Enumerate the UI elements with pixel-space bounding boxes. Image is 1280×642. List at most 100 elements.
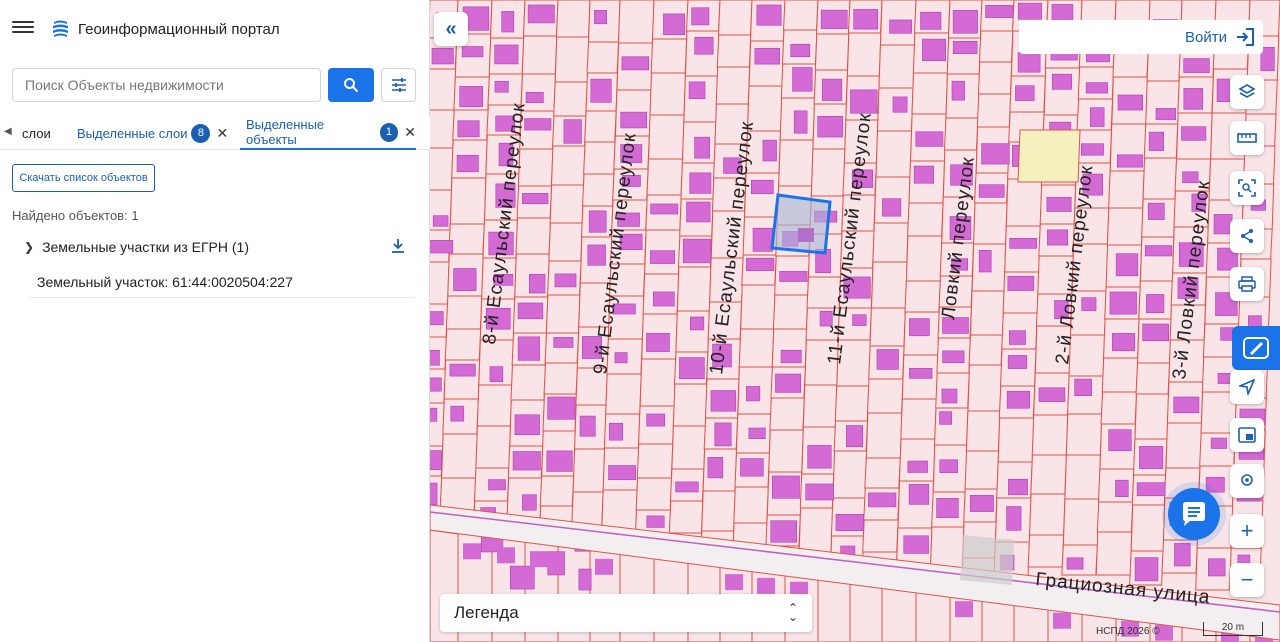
parcel[interactable] (968, 334, 1004, 366)
parcel[interactable] (817, 575, 851, 642)
parcel[interactable] (967, 364, 1003, 412)
parcel[interactable] (549, 184, 585, 224)
parcel[interactable] (639, 358, 677, 407)
parcel[interactable] (904, 280, 941, 313)
parcel[interactable] (1095, 531, 1133, 576)
result-group-land-plots[interactable]: ❯ Земельные участки из ЕГРН (1) (24, 236, 414, 258)
parcel[interactable] (778, 139, 814, 187)
parcel[interactable] (1027, 534, 1065, 568)
parcel[interactable] (430, 109, 455, 149)
layers-button[interactable] (1230, 75, 1264, 109)
close-selected-objects-icon[interactable]: ✕ (404, 124, 416, 141)
parcel[interactable] (1108, 170, 1145, 209)
parcel[interactable] (997, 417, 1035, 463)
parcel[interactable] (517, 148, 554, 187)
parcel[interactable] (964, 450, 1000, 490)
parcel[interactable] (900, 398, 937, 440)
parcel[interactable] (976, 93, 1012, 128)
parcel[interactable] (439, 477, 477, 511)
parcel[interactable] (445, 295, 483, 330)
parcel[interactable] (543, 362, 579, 395)
minimap-button[interactable] (1230, 418, 1264, 452)
parcel[interactable] (1101, 357, 1139, 393)
parcel[interactable] (448, 223, 485, 255)
parcel[interactable] (449, 177, 487, 225)
parcel[interactable] (430, 68, 457, 111)
parcel[interactable] (554, 36, 590, 83)
parcel[interactable] (635, 477, 673, 511)
parcel[interactable] (929, 526, 965, 570)
parcel[interactable] (1031, 414, 1069, 456)
chat-button[interactable] (1168, 488, 1220, 540)
parcel[interactable] (865, 412, 903, 459)
parcel[interactable] (671, 425, 706, 470)
parcel[interactable] (866, 378, 904, 414)
parcel[interactable] (1030, 454, 1067, 495)
parcel[interactable] (965, 410, 1001, 452)
parcel[interactable] (1165, 422, 1203, 469)
parcel[interactable] (1139, 236, 1175, 282)
parcel[interactable] (1135, 362, 1171, 395)
parcel[interactable] (1142, 157, 1178, 200)
parcel[interactable] (977, 61, 1013, 95)
parcel[interactable] (869, 307, 906, 347)
tab-selected-layers[interactable]: Выделенные слои 8 ✕ (77, 116, 228, 150)
parcel[interactable] (672, 383, 708, 427)
parcel[interactable] (875, 130, 913, 178)
parcel[interactable] (862, 519, 899, 553)
parcel[interactable] (676, 266, 712, 312)
parcel[interactable] (740, 284, 776, 330)
parcel[interactable] (545, 294, 581, 334)
locate-button[interactable] (1230, 370, 1264, 404)
collapse-panel-button[interactable]: « (434, 12, 468, 46)
tab-back-arrow-icon[interactable]: ◀ (4, 126, 12, 137)
parcel[interactable] (1005, 178, 1043, 227)
measure-button[interactable] (1230, 121, 1264, 155)
parcel[interactable] (814, 33, 850, 71)
parcel[interactable] (550, 145, 586, 186)
parcel[interactable] (586, 41, 620, 74)
parcel[interactable] (846, 32, 882, 77)
parcel[interactable] (970, 290, 1005, 336)
zoom-out-button[interactable]: − (1230, 563, 1264, 597)
parcel[interactable] (716, 34, 752, 68)
parcel[interactable] (1029, 493, 1066, 536)
filter-button[interactable] (381, 68, 416, 102)
parcel[interactable] (898, 438, 936, 482)
parcel[interactable] (864, 457, 901, 489)
selection-tool-button[interactable] (1232, 326, 1280, 370)
parcel[interactable] (738, 328, 775, 368)
share-button[interactable] (1230, 219, 1264, 253)
menu-icon[interactable] (12, 18, 34, 40)
parcel[interactable] (911, 72, 949, 115)
parcel[interactable] (648, 114, 685, 160)
parcel[interactable] (1004, 225, 1041, 273)
parcel[interactable] (769, 397, 805, 431)
parcel[interactable] (572, 448, 606, 493)
parcel[interactable] (636, 443, 674, 479)
area-search-button[interactable] (1230, 171, 1264, 205)
parcel[interactable] (701, 490, 736, 532)
download-icon[interactable] (390, 238, 406, 254)
map-view[interactable]: 8-й Есаульский переулок 9-й Есаульский пе… (430, 0, 1280, 642)
tab-selected-objects[interactable]: Выделенные объекты 1 ✕ (240, 116, 416, 150)
parcel[interactable] (802, 384, 838, 428)
parcel[interactable] (871, 261, 908, 309)
parcel[interactable] (553, 81, 588, 117)
parcel[interactable] (1134, 393, 1170, 440)
parcel[interactable] (510, 364, 547, 401)
parcel[interactable] (905, 235, 943, 282)
parcel[interactable] (475, 425, 511, 469)
parcel[interactable] (1064, 454, 1101, 500)
parcel[interactable] (515, 217, 552, 255)
parcel[interactable] (650, 38, 688, 74)
parcel[interactable] (584, 110, 617, 143)
parcel[interactable] (548, 222, 583, 262)
parcel[interactable] (907, 202, 944, 237)
parcel[interactable] (1096, 501, 1134, 533)
parcel[interactable] (646, 158, 684, 196)
parcel[interactable] (430, 147, 454, 191)
legend-bar[interactable]: Легенда ⌃ ⌄ (440, 594, 812, 632)
parcel[interactable] (617, 0, 655, 44)
parcel[interactable] (649, 72, 687, 116)
